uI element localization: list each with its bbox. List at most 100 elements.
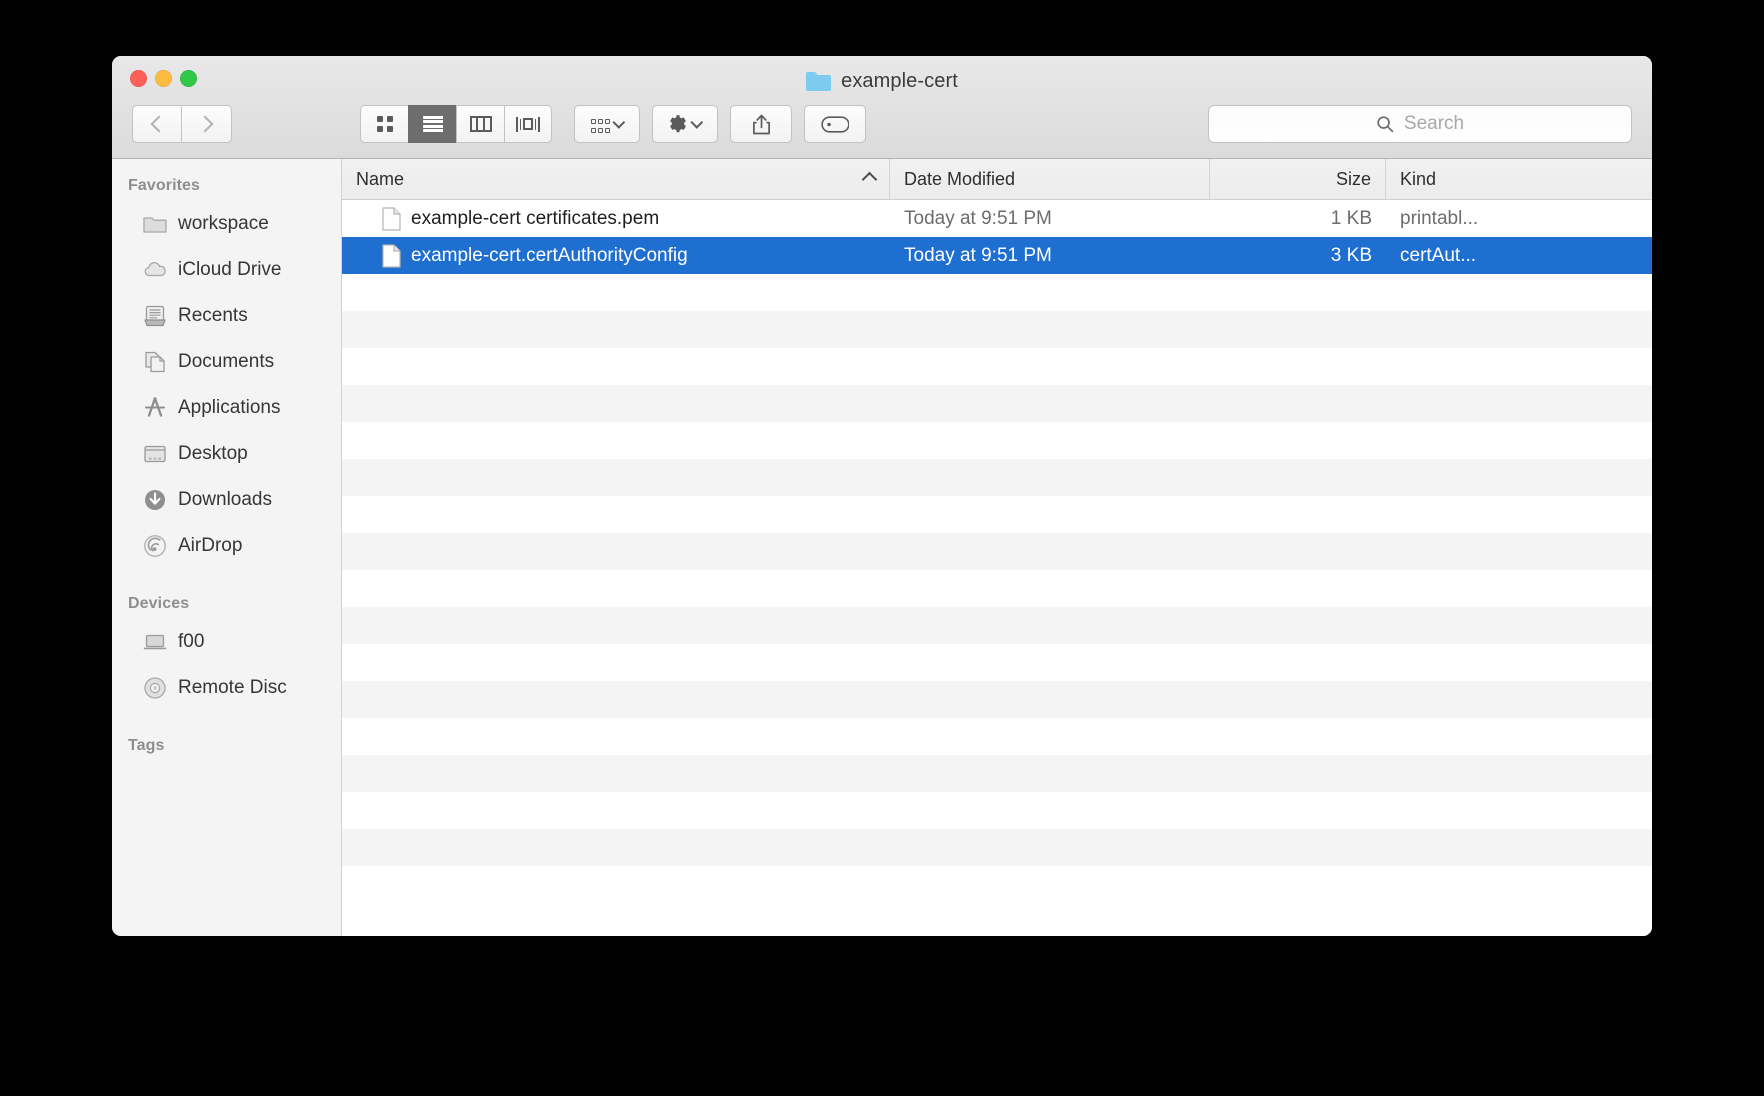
sidebar-item-desktop[interactable]: Desktop <box>112 431 341 477</box>
arrange-button[interactable] <box>574 105 640 143</box>
action-menu-button[interactable] <box>652 105 718 143</box>
table-row[interactable]: example-cert certificates.pem Today at 9:… <box>342 200 1652 237</box>
window-body: Favorites workspace iCloud Drive <box>112 159 1652 936</box>
window-titlebar[interactable]: example-cert <box>112 56 1652 159</box>
file-name-label: example-cert certificates.pem <box>411 208 659 230</box>
list-icon <box>423 116 443 132</box>
columns-icon <box>470 116 492 132</box>
column-header-size[interactable]: Size <box>1210 159 1386 199</box>
empty-row[interactable] <box>342 570 1652 607</box>
gear-icon <box>668 114 688 134</box>
column-headers: Name Date Modified Size Kind <box>342 159 1652 200</box>
finder-window: example-cert <box>112 56 1652 936</box>
list-view-button[interactable] <box>408 105 456 143</box>
chevron-down-icon <box>612 116 625 129</box>
empty-row[interactable] <box>342 422 1652 459</box>
file-kind-cell: certAut... <box>1386 245 1652 267</box>
table-row[interactable]: example-cert.certAuthorityConfig Today at… <box>342 237 1652 274</box>
sidebar-item-icloud-drive[interactable]: iCloud Drive <box>112 247 341 293</box>
traffic-lights <box>130 70 197 87</box>
icon-view-button[interactable] <box>360 105 408 143</box>
sidebar: Favorites workspace iCloud Drive <box>112 159 342 936</box>
folder-icon <box>142 211 168 237</box>
file-date-cell: Today at 9:51 PM <box>890 245 1210 267</box>
file-list: Name Date Modified Size Kind example-cer… <box>342 159 1652 936</box>
sidebar-section-favorites-header: Favorites <box>112 171 341 201</box>
sidebar-item-label: f00 <box>178 631 204 653</box>
sidebar-item-label: Remote Disc <box>178 677 287 699</box>
file-rows: example-cert certificates.pem Today at 9:… <box>342 200 1652 936</box>
sidebar-section-tags-header: Tags <box>112 731 341 761</box>
back-button[interactable] <box>132 105 182 143</box>
search-field[interactable]: Search <box>1208 105 1632 143</box>
empty-row[interactable] <box>342 644 1652 681</box>
sidebar-item-label: Applications <box>178 397 280 419</box>
share-button[interactable] <box>730 105 792 143</box>
applications-icon <box>142 395 168 421</box>
sidebar-item-label: Downloads <box>178 489 272 511</box>
sidebar-item-label: Recents <box>178 305 248 327</box>
empty-row[interactable] <box>342 496 1652 533</box>
file-name-cell: example-cert.certAuthorityConfig <box>342 244 890 268</box>
search-input[interactable]: Search <box>1404 113 1464 135</box>
edit-tags-button[interactable] <box>804 105 866 143</box>
sidebar-item-downloads[interactable]: Downloads <box>112 477 341 523</box>
column-header-name[interactable]: Name <box>342 159 890 199</box>
sidebar-item-label: iCloud Drive <box>178 259 281 281</box>
file-size-cell: 3 KB <box>1210 245 1386 267</box>
sidebar-item-recents[interactable]: Recents <box>112 293 341 339</box>
empty-row[interactable] <box>342 274 1652 311</box>
search-icon <box>1376 115 1394 133</box>
file-kind-cell: printabl... <box>1386 208 1652 230</box>
empty-row[interactable] <box>342 755 1652 792</box>
view-mode-group <box>360 105 552 143</box>
sidebar-item-workspace[interactable]: workspace <box>112 201 341 247</box>
airdrop-icon <box>142 533 168 559</box>
sidebar-item-label: workspace <box>178 213 269 235</box>
column-header-label: Size <box>1336 169 1371 190</box>
recents-icon <box>142 303 168 329</box>
chevron-left-icon <box>151 116 168 133</box>
file-name-label: example-cert.certAuthorityConfig <box>411 245 688 267</box>
sidebar-item-f00[interactable]: f00 <box>112 619 341 665</box>
file-size-cell: 1 KB <box>1210 208 1386 230</box>
zoom-window-button[interactable] <box>180 70 197 87</box>
empty-row[interactable] <box>342 311 1652 348</box>
minimize-window-button[interactable] <box>155 70 172 87</box>
empty-row[interactable] <box>342 829 1652 866</box>
empty-row[interactable] <box>342 792 1652 829</box>
empty-row[interactable] <box>342 718 1652 755</box>
empty-row[interactable] <box>342 385 1652 422</box>
document-icon <box>382 244 401 268</box>
sidebar-item-documents[interactable]: Documents <box>112 339 341 385</box>
file-name-cell: example-cert certificates.pem <box>342 207 890 231</box>
downloads-icon <box>142 487 168 513</box>
action-button-group <box>730 105 866 143</box>
cloud-icon <box>142 257 168 283</box>
chevron-right-icon <box>196 116 213 133</box>
empty-row[interactable] <box>342 348 1652 385</box>
window-title: example-cert <box>112 66 1652 96</box>
empty-row[interactable] <box>342 681 1652 718</box>
column-header-date-modified[interactable]: Date Modified <box>890 159 1210 199</box>
empty-row[interactable] <box>342 459 1652 496</box>
column-header-kind[interactable]: Kind <box>1386 159 1652 199</box>
column-view-button[interactable] <box>456 105 504 143</box>
arrange-icon <box>591 117 610 132</box>
sidebar-item-applications[interactable]: Applications <box>112 385 341 431</box>
gallery-view-button[interactable] <box>504 105 552 143</box>
forward-button[interactable] <box>182 105 232 143</box>
document-icon <box>382 207 401 231</box>
empty-row[interactable] <box>342 533 1652 570</box>
close-window-button[interactable] <box>130 70 147 87</box>
window-title-label: example-cert <box>841 70 958 93</box>
file-date-cell: Today at 9:51 PM <box>890 208 1210 230</box>
sort-ascending-icon <box>862 171 878 187</box>
sidebar-item-remote-disc[interactable]: Remote Disc <box>112 665 341 711</box>
empty-row[interactable] <box>342 607 1652 644</box>
desktop-icon <box>142 441 168 467</box>
sidebar-item-label: Documents <box>178 351 274 373</box>
sidebar-item-label: AirDrop <box>178 535 242 557</box>
disc-icon <box>142 675 168 701</box>
sidebar-item-airdrop[interactable]: AirDrop <box>112 523 341 569</box>
